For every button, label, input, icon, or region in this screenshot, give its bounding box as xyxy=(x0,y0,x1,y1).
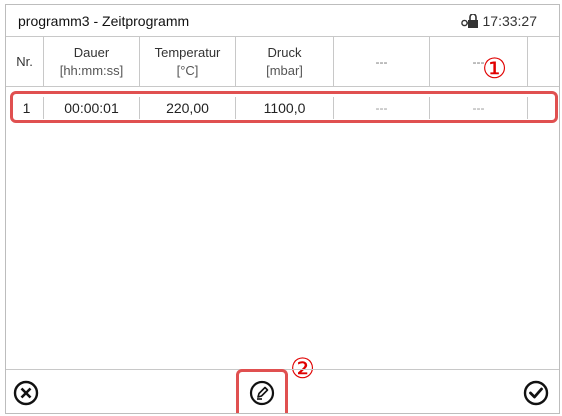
cell-temperatur: 220,00 xyxy=(140,97,236,119)
program-editor-window: programm3 - Zeitprogramm 17:33:27 Nr. Da… xyxy=(5,4,560,414)
cancel-circle-icon xyxy=(13,380,39,406)
column-header-empty-6: --- xyxy=(430,37,528,87)
clock-time: 17:33:27 xyxy=(482,13,538,29)
confirm-button[interactable] xyxy=(518,375,554,411)
column-header-empty-5: --- xyxy=(334,37,430,87)
checkmark-circle-icon xyxy=(523,380,549,406)
column-header-nr: Nr. xyxy=(6,37,44,87)
lock-icon xyxy=(460,14,478,28)
cell-nr: 1 xyxy=(10,97,44,119)
column-header-temperatur: Temperatur [°C] xyxy=(140,37,236,87)
bottom-toolbar xyxy=(6,369,559,413)
cell-dauer: 00:00:01 xyxy=(44,97,140,119)
cell-empty-6: --- xyxy=(430,97,528,119)
column-header-dauer: Dauer [hh:mm:ss] xyxy=(44,37,140,87)
edit-pencil-icon xyxy=(249,380,275,406)
cell-empty-5: --- xyxy=(334,97,430,119)
window-title: programm3 - Zeitprogramm xyxy=(18,13,190,29)
cell-druck: 1100,0 xyxy=(236,97,334,119)
edit-button[interactable] xyxy=(244,375,280,411)
column-header-druck: Druck [mbar] xyxy=(236,37,334,87)
cancel-button[interactable] xyxy=(8,375,44,411)
status-clock: 17:33:27 xyxy=(460,13,538,29)
table-header: Nr. Dauer [hh:mm:ss] Temperatur [°C] Dru… xyxy=(6,37,559,87)
title-bar: programm3 - Zeitprogramm 17:33:27 xyxy=(6,5,559,37)
callout-marker-1: ① xyxy=(482,53,508,84)
